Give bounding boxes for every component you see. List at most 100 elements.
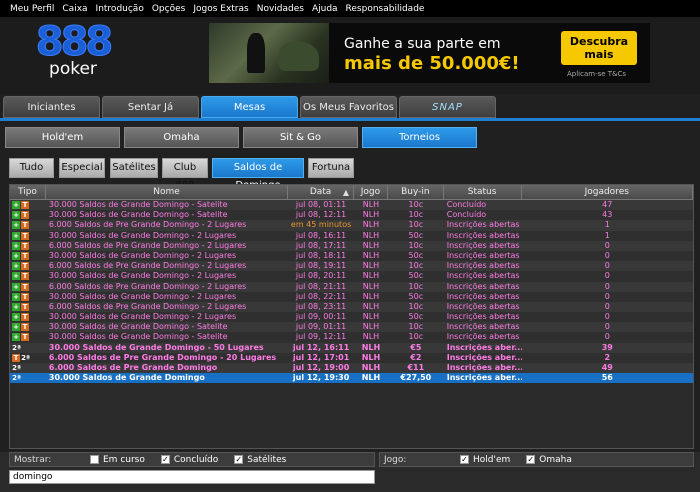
cell-nome: 6.000 Saldos de Pre Grande Domingo - 2 L…: [48, 301, 247, 311]
bottom-filters: Mostrar: Em curso ✓ Concluído ✓ Satélites …: [0, 452, 700, 492]
plus-icon: +: [12, 211, 20, 220]
cell-nome: 30.000 Saldos de Grande Domingo - Sateli…: [48, 322, 228, 332]
table-row[interactable]: T 2ª 6.000 Saldos de Pre Grande Domingo - …: [10, 352, 693, 363]
col-buy-in[interactable]: Buy-in: [388, 185, 444, 199]
tab-omaha[interactable]: Omaha: [124, 127, 239, 148]
checkbox-concluido[interactable]: ✓ Concluído: [160, 454, 219, 465]
checkbox-omaha-box[interactable]: ✓: [526, 455, 536, 464]
filter-satelites[interactable]: Satélites: [110, 158, 158, 178]
table-row[interactable]: + T 6.000 Saldos de Pre Grande Domingo - 2…: [10, 301, 693, 313]
table-row[interactable]: 2ª 30.000 Saldos de Grande Domingo jul 12,…: [10, 373, 693, 384]
table-row[interactable]: + T 6.000 Saldos de Pre Grande Domingo - 2…: [10, 281, 693, 292]
second-chance-icon: 2ª: [12, 343, 21, 352]
tab-torneios[interactable]: Torneios: [362, 127, 477, 148]
table-row[interactable]: + T 30.000 Saldos de Grande Domingo - Sate…: [10, 322, 693, 333]
ticket-icon: T: [21, 302, 29, 311]
cell-tipo: + T: [10, 322, 46, 332]
checkbox-omaha[interactable]: ✓ Omaha: [526, 455, 572, 465]
cell-data: jul 12, 17:01: [292, 352, 350, 362]
tab-sentar-ja[interactable]: Sentar Já: [102, 96, 199, 118]
menu-caixa[interactable]: Caixa: [62, 4, 87, 14]
checkbox-holdem-label: Hold'em: [473, 454, 511, 465]
tab-mesas[interactable]: Mesas: [201, 96, 298, 118]
checkbox-satelites[interactable]: ✓ Satélites: [234, 455, 286, 465]
menu-jogos-extras[interactable]: Jogos Extras: [193, 4, 248, 14]
cell-status: Concluído: [446, 200, 487, 209]
checkbox-concluido-box[interactable]: ✓: [160, 455, 170, 464]
filter-club-888[interactable]: Club 888: [162, 158, 208, 191]
table-row[interactable]: + T 30.000 Saldos de Grande Domingo - 2 Lu…: [10, 291, 693, 302]
cell-jogo: NLH: [362, 200, 380, 209]
cell-buy-in: 10c: [408, 322, 424, 332]
tab-holdem[interactable]: Hold'em: [5, 127, 120, 148]
tab-sit-and-go[interactable]: Sit & Go: [243, 127, 358, 148]
col-nome[interactable]: Nome: [46, 185, 289, 199]
checkbox-em-curso-box[interactable]: [90, 455, 99, 464]
tab-iniciantes[interactable]: Iniciantes: [3, 96, 100, 118]
cell-tipo: + T: [10, 220, 46, 230]
cell-buy-in: 10c: [408, 332, 424, 342]
tab-snap[interactable]: SNAP: [399, 96, 496, 118]
cell-buy-in: 10c: [408, 210, 424, 220]
table-row[interactable]: 2ª 6.000 Saldos de Pre Grande Domingo jul …: [10, 363, 693, 374]
promo-banner[interactable]: Ganhe a sua parte em mais de 50.000€! De…: [209, 23, 650, 83]
cell-jogadores: 0: [604, 261, 610, 271]
checkbox-holdem-box[interactable]: ✓: [460, 455, 469, 464]
col-data[interactable]: Data ▲: [288, 185, 354, 199]
logo-number: 888: [35, 19, 114, 65]
table-row[interactable]: + T 30.000 Saldos de Grande Domingo - 2 Lu…: [10, 271, 693, 282]
cell-jogo: NLH: [362, 250, 380, 260]
tournament-filter-tabs: Tudo Especial Satélites Club 888 Saldos …: [0, 158, 700, 191]
filter-fortuna[interactable]: Fortuna: [308, 158, 354, 178]
table-row[interactable]: + T 30.000 Saldos de Grande Domingo - Sate…: [10, 332, 693, 343]
table-row[interactable]: + T 30.000 Saldos de Grande Domingo - Sate…: [10, 210, 693, 221]
cell-status: Inscrições abertas: [446, 312, 520, 322]
filter-especial[interactable]: Especial: [59, 158, 105, 178]
menu-responsabilidade[interactable]: Responsabilidade: [346, 4, 425, 14]
menu-novidades[interactable]: Novidades: [257, 4, 304, 14]
col-jogadores[interactable]: Jogadores: [522, 185, 693, 199]
table-row[interactable]: + T 30.000 Saldos de Grande Domingo - 2 Lu…: [10, 230, 693, 241]
checkbox-em-curso[interactable]: Em curso: [90, 455, 145, 465]
menu-opcoes[interactable]: Opções: [152, 4, 185, 14]
search-input[interactable]: domingo: [9, 470, 375, 484]
table-row[interactable]: + T 30.000 Saldos de Grande Domingo - Sate…: [10, 200, 693, 211]
filter-saldos-de-domingo[interactable]: Saldos de Domingo: [212, 158, 304, 191]
cell-status: Inscrições abertas: [446, 301, 520, 311]
table-row[interactable]: + T 30.000 Saldos de Grande Domingo - 2 Lu…: [10, 312, 693, 323]
plus-icon: +: [12, 201, 20, 209]
cell-tipo: + T: [10, 200, 46, 210]
table-row[interactable]: 2ª 30.000 Saldos de Grande Domingo - 50 L…: [10, 342, 693, 353]
cell-jogo: NLH: [361, 352, 381, 362]
cell-jogadores: 0: [604, 281, 610, 291]
checkbox-satelites-box[interactable]: ✓: [234, 455, 244, 464]
game-filter-bar: Jogo: ✓ Hold'em ✓ Omaha: [379, 452, 694, 467]
table-row[interactable]: + T 30.000 Saldos de Grande Domingo - 2 Lu…: [10, 250, 693, 262]
table-row[interactable]: + T 6.000 Saldos de Pre Grande Domingo - 2…: [10, 261, 693, 272]
header: 888 poker Ganhe a sua parte em mais de 5…: [0, 17, 700, 94]
filter-tudo[interactable]: Tudo: [9, 158, 54, 178]
menu-bar: Meu Perfil Caixa Introdução Opções Jogos…: [0, 0, 700, 17]
col-jogo[interactable]: Jogo: [354, 185, 388, 199]
table-row[interactable]: + T 6.000 Saldos de Pre Grande Domingo - 2…: [10, 240, 693, 251]
cell-status: Inscrições aber...: [446, 373, 522, 383]
tab-os-meus-favoritos[interactable]: Os Meus Favoritos: [300, 96, 397, 118]
main-tabs: Iniciantes Sentar Já Mesas Os Meus Favor…: [0, 96, 700, 121]
cell-status: Inscrições abertas: [446, 271, 520, 281]
ticket-icon: T: [21, 262, 29, 271]
show-filter-bar: Mostrar: Em curso ✓ Concluído ✓ Satélites: [9, 452, 375, 467]
menu-introducao[interactable]: Introdução: [96, 4, 144, 14]
cell-data: jul 08, 19:11: [295, 261, 347, 271]
banner-cta-button[interactable]: Descubra mais: [561, 31, 637, 65]
menu-meu-perfil[interactable]: Meu Perfil: [10, 4, 54, 14]
ticket-icon: T: [21, 313, 29, 322]
col-tipo[interactable]: Tipo: [10, 185, 46, 199]
table-row[interactable]: + T 6.000 Saldos de Pre Grande Domingo - 2…: [10, 220, 693, 231]
checkbox-holdem[interactable]: ✓ Hold'em: [460, 455, 510, 465]
menu-ajuda[interactable]: Ajuda: [312, 4, 338, 14]
cell-tipo: + T: [10, 312, 46, 322]
game-type-tabs: Hold'em Omaha Sit & Go Torneios: [0, 125, 700, 150]
cell-tipo: + T: [10, 261, 46, 271]
col-status[interactable]: Status: [444, 185, 522, 199]
checkbox-concluido-label: Concluído: [173, 454, 219, 465]
